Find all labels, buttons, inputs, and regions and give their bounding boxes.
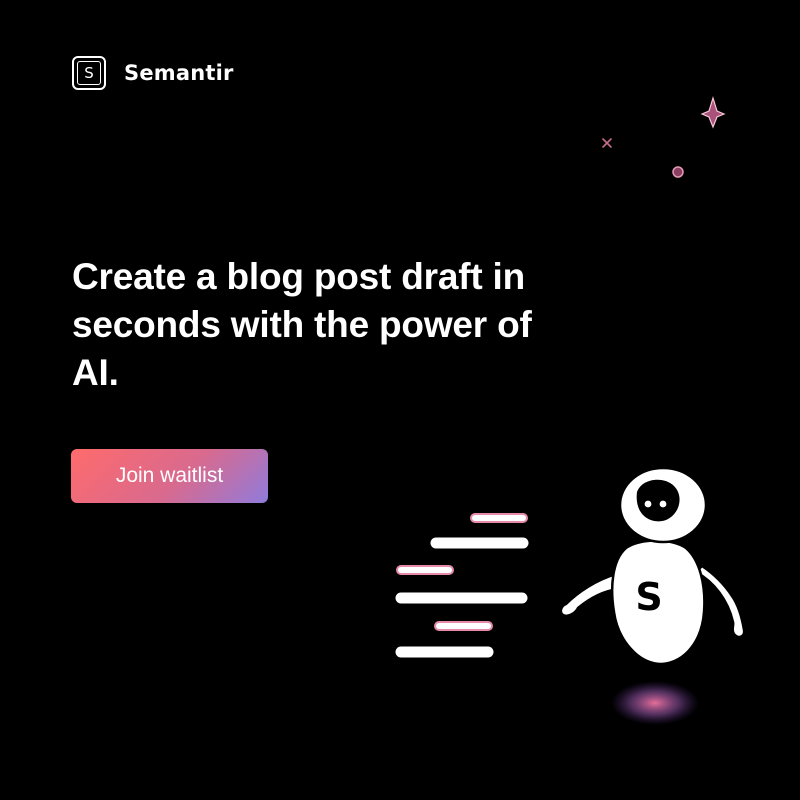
dot-icon	[672, 166, 684, 178]
robot-glow	[611, 681, 699, 725]
robot-eye	[659, 500, 667, 508]
robot-eye	[644, 500, 652, 508]
robot-mascot	[559, 466, 746, 666]
robot-left-arm	[559, 572, 620, 617]
cross-icon	[602, 138, 612, 148]
decorative-illustration: S	[395, 95, 746, 725]
speed-lines	[395, 513, 529, 658]
sparkle-icon	[700, 95, 726, 129]
robot-chest-letter: S	[635, 575, 662, 619]
